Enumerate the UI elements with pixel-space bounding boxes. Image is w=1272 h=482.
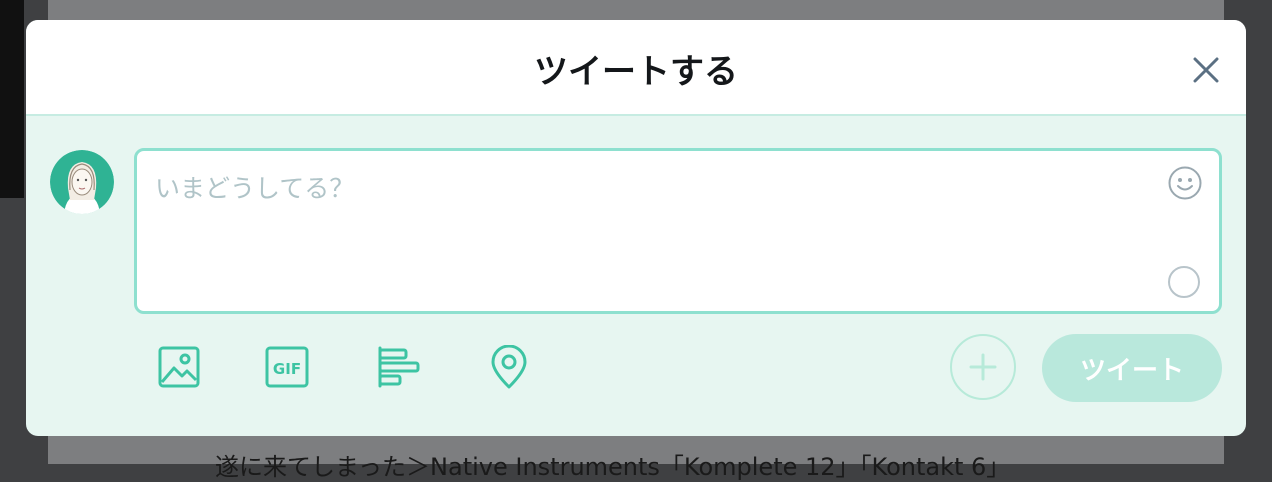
modal-title: ツイートする	[534, 52, 738, 92]
emoji-button[interactable]	[1167, 165, 1203, 201]
tweet-button[interactable]: ツイート	[1042, 334, 1222, 402]
gif-icon: GIF	[265, 346, 309, 388]
tweet-modal: ツイートする いまどうしてる？ GIF ツイート	[26, 20, 1246, 436]
emoji-icon	[1168, 166, 1202, 200]
gif-label: GIF	[273, 360, 301, 378]
modal-header: ツイートする	[26, 20, 1246, 116]
add-gif-button[interactable]: GIF	[264, 344, 310, 390]
tweet-text-input[interactable]	[153, 167, 1137, 209]
add-tweet-button[interactable]	[950, 334, 1016, 400]
add-poll-button[interactable]	[376, 344, 422, 390]
add-image-button[interactable]	[156, 344, 202, 390]
counter-ring-icon	[1168, 266, 1200, 298]
plus-icon	[969, 353, 997, 381]
character-counter	[1167, 265, 1201, 299]
avatar[interactable]	[50, 150, 114, 214]
location-icon	[491, 345, 527, 389]
close-icon	[1193, 57, 1219, 83]
avatar-icon	[50, 150, 114, 214]
image-icon	[158, 346, 200, 388]
add-location-button[interactable]	[486, 344, 532, 390]
poll-icon	[378, 346, 420, 388]
background-article-text: 遂に来てしまった＞Native Instruments「Komplete 12」…	[215, 453, 1011, 481]
background-image-strip	[0, 0, 24, 198]
compose-box	[134, 148, 1222, 314]
close-button[interactable]	[1186, 50, 1226, 90]
